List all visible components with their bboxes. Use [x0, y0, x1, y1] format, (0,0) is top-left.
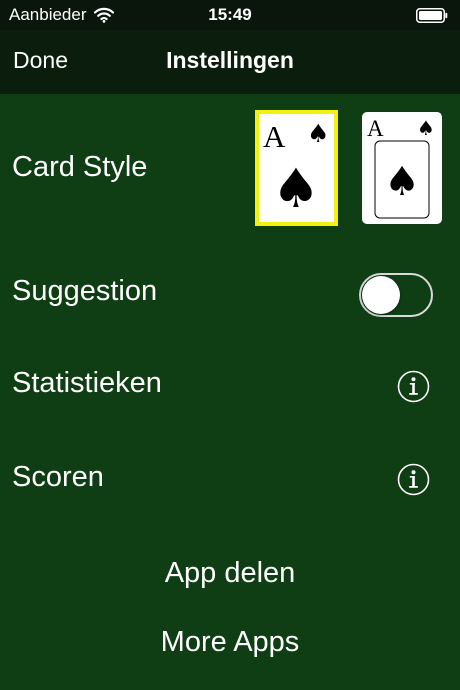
status-bar: Aanbieder 15:49 — [0, 0, 460, 30]
card-center-suit: ♠ — [272, 157, 320, 220]
card-rank: A — [263, 119, 286, 154]
card-center-suit: ♠ — [384, 159, 420, 205]
navigation-bar: Done Instellingen — [0, 30, 460, 94]
scoring-info-icon[interactable] — [397, 463, 430, 496]
suggestion-label: Suggestion — [12, 275, 158, 307]
card-corner-suit: ♠ — [417, 116, 435, 140]
spade-card-large-icon: A ♠ ♠ — [263, 119, 329, 220]
card-style-option-1[interactable]: A ♠ ♠ — [255, 110, 338, 226]
card-style-option-2[interactable]: A ♠ ♠ — [362, 112, 442, 224]
statistics-label: Statistieken — [12, 367, 162, 399]
card-rank: A — [367, 116, 384, 141]
suggestion-toggle[interactable] — [359, 273, 433, 317]
toggle-knob — [362, 276, 400, 314]
statistics-info-icon[interactable] — [397, 370, 430, 403]
spade-card-framed-icon: A ♠ ♠ — [367, 116, 435, 219]
battery-icon — [416, 8, 448, 23]
more-apps-button[interactable]: More Apps — [0, 626, 460, 659]
status-time: 15:49 — [208, 5, 252, 24]
card-style-label: Card Style — [12, 151, 148, 183]
page-title: Instellingen — [166, 47, 294, 73]
share-app-button[interactable]: App delen — [0, 557, 460, 590]
scoring-label: Scoren — [12, 461, 104, 493]
card-corner-suit: ♠ — [307, 119, 329, 148]
